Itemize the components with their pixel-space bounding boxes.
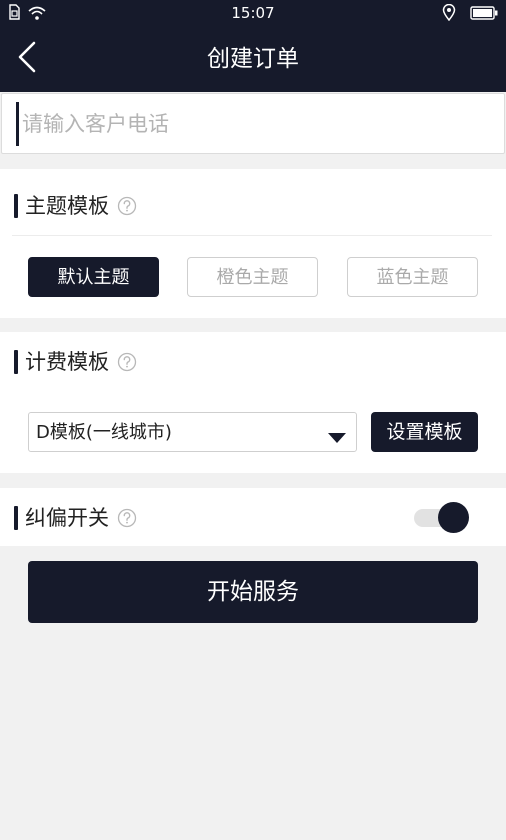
caret-down-icon <box>328 428 346 447</box>
question-circle-icon[interactable] <box>117 196 137 216</box>
customer-phone-input[interactable] <box>16 102 486 146</box>
correction-switch-section: 纠偏开关 <box>0 488 506 546</box>
section-accent-bar <box>14 350 18 374</box>
battery-icon <box>470 5 498 24</box>
status-bar: 15:07 <box>0 0 506 26</box>
billing-template-select[interactable]: D模板(一线城市) <box>28 412 357 452</box>
question-circle-icon[interactable] <box>117 352 137 372</box>
section-divider <box>12 235 492 236</box>
billing-section-title: 计费模板 <box>25 350 109 374</box>
theme-template-section: 主题模板 默认主题 橙色主题 蓝色主题 <box>0 169 506 318</box>
page-title: 创建订单 <box>207 46 299 72</box>
correction-toggle[interactable] <box>414 502 470 533</box>
theme-section-title: 主题模板 <box>25 194 109 218</box>
status-right <box>442 3 498 25</box>
billing-template-value: D模板(一线城市) <box>36 422 172 443</box>
phone-input-card <box>1 93 505 154</box>
location-icon <box>442 3 456 25</box>
section-accent-bar <box>14 194 18 218</box>
setup-template-button[interactable]: 设置模板 <box>371 412 478 452</box>
billing-template-section: 计费模板 D模板(一线城市) 设置模板 <box>0 332 506 473</box>
theme-option-blue[interactable]: 蓝色主题 <box>347 257 478 297</box>
correction-section-header: 纠偏开关 <box>14 505 137 531</box>
toggle-knob <box>438 502 469 533</box>
theme-section-header: 主题模板 <box>14 193 137 219</box>
billing-section-header: 计费模板 <box>14 349 137 375</box>
question-circle-icon[interactable] <box>117 508 137 528</box>
status-time: 15:07 <box>231 4 275 22</box>
section-accent-bar <box>14 506 18 530</box>
theme-option-orange[interactable]: 橙色主题 <box>187 257 318 297</box>
start-service-button[interactable]: 开始服务 <box>28 561 478 623</box>
nav-bar: 创建订单 <box>0 26 506 92</box>
theme-option-default[interactable]: 默认主题 <box>28 257 159 297</box>
correction-section-title: 纠偏开关 <box>25 506 109 530</box>
